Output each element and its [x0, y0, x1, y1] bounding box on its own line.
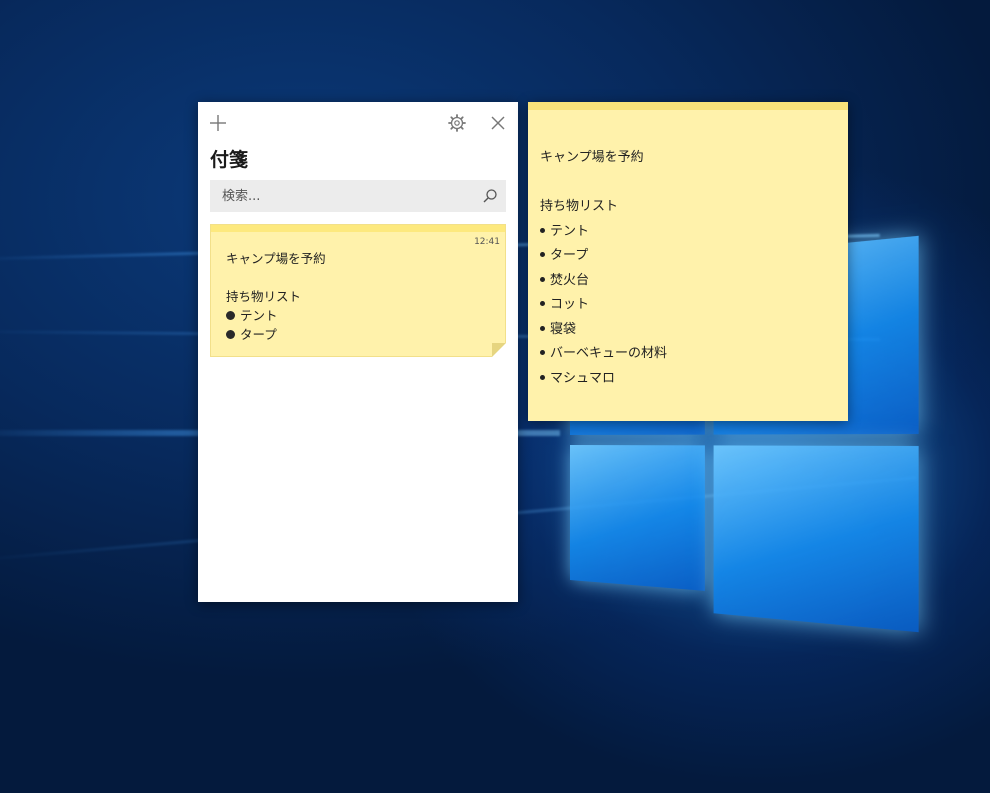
gear-icon [446, 112, 468, 134]
bullet-icon [540, 301, 545, 306]
note-content[interactable]: キャンプ場を予約 持ち物リスト テント タープ 焚火台 コット 寝袋 バーベキュ… [540, 146, 667, 391]
note-accent-bar [211, 225, 505, 232]
bullet-icon [226, 311, 235, 320]
note-timestamp: 12:41 [474, 237, 500, 247]
logo-pane [570, 445, 705, 591]
bullet-icon [540, 228, 545, 233]
open-sticky-note[interactable]: キャンプ場を予約 持ち物リスト テント タープ 焚火台 コット 寝袋 バーベキュ… [528, 102, 848, 421]
bullet-icon [540, 350, 545, 355]
note-bullet: テント [540, 220, 667, 245]
note-bullet: 焚火台 [540, 269, 667, 294]
note-preview: キャンプ場を予約 持ち物リスト テント タープ [226, 249, 326, 344]
page-fold-icon [492, 343, 506, 357]
bullet-text: テント [240, 308, 278, 323]
note-preview-line: 持ち物リスト [226, 287, 326, 306]
bullet-text: タープ [240, 327, 277, 342]
bullet-text: テント [550, 224, 589, 239]
bullet-text: バーベキューの材料 [550, 346, 667, 361]
close-button[interactable] [487, 112, 509, 134]
note-preview-bullet: タープ [226, 325, 326, 344]
bullet-text: タープ [550, 248, 588, 263]
note-preview-blank [226, 268, 326, 287]
bullet-icon [540, 277, 545, 282]
settings-button[interactable] [446, 112, 468, 134]
note-title-bar[interactable] [528, 102, 848, 110]
note-bullet: バーベキューの材料 [540, 342, 667, 367]
logo-pane [714, 445, 919, 632]
note-bullet: 寝袋 [540, 318, 667, 343]
note-preview-line: キャンプ場を予約 [226, 249, 326, 268]
bullet-icon [540, 375, 545, 380]
search-box [210, 180, 506, 212]
note-bullet: タープ [540, 244, 667, 269]
add-note-button[interactable] [207, 112, 229, 134]
bullet-text: マシュマロ [550, 371, 615, 386]
close-icon [487, 112, 509, 134]
bullet-icon [540, 252, 545, 257]
note-list-item[interactable]: 12:41 キャンプ場を予約 持ち物リスト テント タープ [210, 224, 506, 357]
notes-list-window: 付箋 12:41 キャンプ場を予約 持ち物リスト テント タープ [198, 102, 518, 602]
note-line: キャンプ場を予約 [540, 146, 667, 171]
bullet-text: 寝袋 [550, 322, 576, 337]
bullet-icon [226, 330, 235, 339]
bullet-text: 焚火台 [550, 273, 589, 288]
bullet-icon [540, 326, 545, 331]
note-bullet: マシュマロ [540, 367, 667, 392]
desktop-background: 付箋 12:41 キャンプ場を予約 持ち物リスト テント タープ キャンプ場 [0, 0, 990, 793]
search-icon[interactable] [482, 188, 498, 204]
app-title: 付箋 [210, 145, 248, 172]
note-line: 持ち物リスト [540, 195, 667, 220]
search-input[interactable] [210, 180, 470, 212]
note-preview-bullet: テント [226, 306, 326, 325]
bullet-text: コット [550, 297, 589, 312]
plus-icon [207, 112, 229, 134]
note-blank-line [540, 171, 667, 196]
note-bullet: コット [540, 293, 667, 318]
